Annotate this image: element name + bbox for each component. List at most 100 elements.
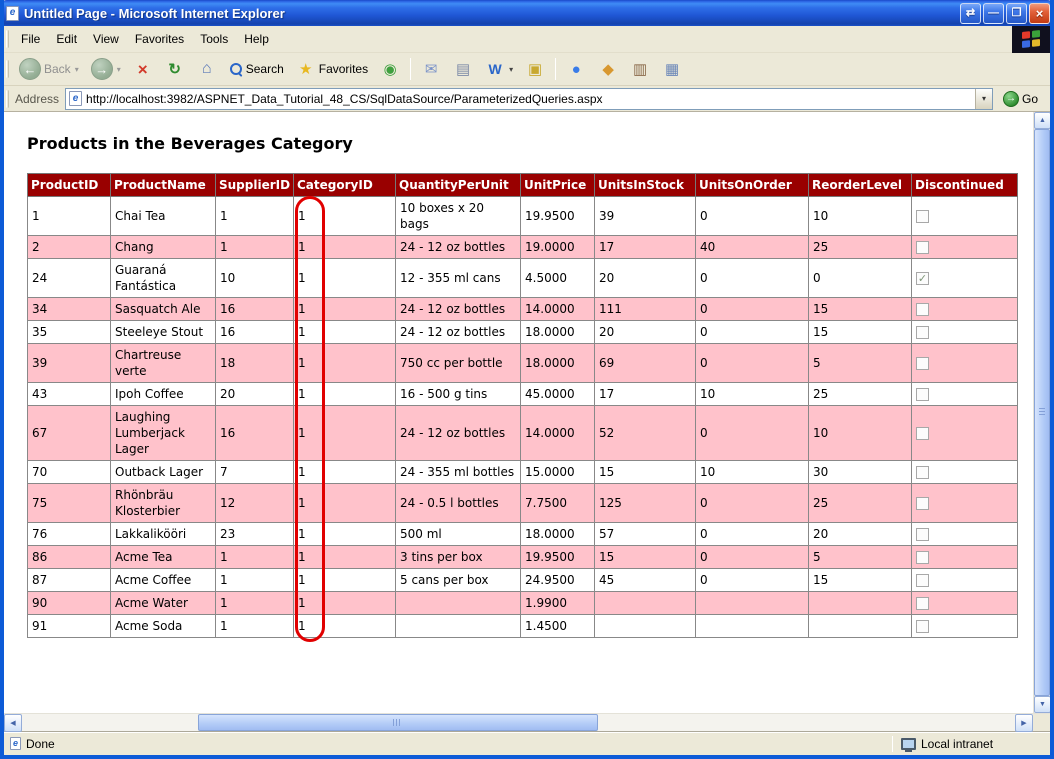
menu-item-view[interactable]: View	[85, 28, 127, 50]
minimize-button[interactable]: —	[983, 3, 1004, 24]
table-cell: 18.0000	[521, 321, 595, 344]
menu-item-tools[interactable]: Tools	[192, 28, 236, 50]
mail-button[interactable]: ✉	[415, 59, 447, 80]
discontinued-checkbox[interactable]	[916, 597, 929, 610]
edit-word-icon: W	[485, 62, 505, 76]
table-header-row: ProductIDProductNameSupplierIDCategoryID…	[28, 174, 1018, 197]
address-dropdown-button[interactable]: ▾	[975, 89, 992, 109]
table-cell: 10	[696, 461, 809, 484]
horizontal-scroll-thumb[interactable]	[198, 714, 598, 731]
scroll-left-button[interactable]: ◀	[4, 714, 22, 732]
discontinued-checkbox[interactable]	[916, 210, 929, 223]
table-cell: 1	[216, 569, 294, 592]
table-cell: 500 ml	[396, 523, 521, 546]
table-row: 35Steeleye Stout16124 - 12 oz bottles18.…	[28, 321, 1018, 344]
table-cell: 20	[595, 321, 696, 344]
back-button[interactable]: ← Back ▾	[13, 55, 85, 83]
resize-button[interactable]: ⇄	[960, 3, 981, 24]
mail-icon: ✉	[421, 62, 441, 77]
discontinued-checkbox[interactable]	[916, 326, 929, 339]
table-cell: 24 - 12 oz bottles	[396, 298, 521, 321]
table-cell	[696, 615, 809, 638]
forward-dropdown-icon[interactable]: ▾	[117, 65, 121, 74]
messenger-button[interactable]: ●	[560, 59, 592, 80]
table-cell	[595, 592, 696, 615]
table-row: 34Sasquatch Ale16124 - 12 oz bottles14.0…	[28, 298, 1018, 321]
discuss-button[interactable]: ▣	[519, 59, 551, 80]
vertical-scrollbar[interactable]: ▲ ▼	[1033, 112, 1050, 713]
title-bar: e Untitled Page - Microsoft Internet Exp…	[0, 0, 1054, 26]
validator-button[interactable]: ▥	[624, 59, 656, 80]
table-cell: 5	[809, 344, 912, 383]
horizontal-scroll-track[interactable]	[22, 714, 1015, 731]
page-content: Products in the Beverages Category Produ…	[4, 112, 1033, 713]
discontinued-checkbox[interactable]	[916, 357, 929, 370]
table-cell	[809, 615, 912, 638]
scroll-right-button[interactable]: ▶	[1015, 714, 1033, 732]
discontinued-checkbox[interactable]	[916, 388, 929, 401]
home-button[interactable]: ⌂	[191, 58, 223, 80]
toolbar-grip-handle[interactable]	[6, 60, 9, 78]
edit-button[interactable]: W ▾	[479, 59, 519, 79]
edit-dropdown-icon[interactable]: ▾	[509, 65, 513, 74]
discontinued-checkbox[interactable]	[916, 574, 929, 587]
scroll-up-button[interactable]: ▲	[1034, 112, 1051, 129]
discontinued-checkbox[interactable]	[916, 427, 929, 440]
table-cell: 24 - 0.5 l bottles	[396, 484, 521, 523]
menu-item-edit[interactable]: Edit	[48, 28, 85, 50]
stop-button[interactable]: ×	[127, 58, 159, 81]
grid-tool-button[interactable]: ▦	[656, 59, 688, 80]
discontinued-checkbox[interactable]	[916, 303, 929, 316]
maximize-button[interactable]: ❐	[1006, 3, 1027, 24]
vertical-scroll-track[interactable]	[1034, 129, 1050, 696]
go-button[interactable]: → Go	[997, 89, 1046, 109]
stop-icon: ×	[133, 61, 153, 78]
research-button[interactable]: ◆	[592, 59, 624, 80]
discontinued-checkbox[interactable]	[916, 551, 929, 564]
browser-window: e Untitled Page - Microsoft Internet Exp…	[0, 0, 1054, 759]
window-title: Untitled Page - Microsoft Internet Explo…	[24, 6, 955, 21]
scroll-down-button[interactable]: ▼	[1034, 696, 1051, 713]
table-body: 1Chai Tea1110 boxes x 20 bags19.95003901…	[28, 197, 1018, 638]
table-cell: 24 - 355 ml bottles	[396, 461, 521, 484]
discontinued-checkbox[interactable]	[916, 497, 929, 510]
horizontal-scrollbar[interactable]: ◀ ▶	[4, 713, 1050, 731]
print-button[interactable]: ▤	[447, 59, 479, 80]
table-cell: 0	[809, 259, 912, 298]
address-input[interactable]: e http://localhost:3982/ASPNET_Data_Tuto…	[65, 88, 993, 110]
vertical-scroll-thumb[interactable]	[1034, 129, 1050, 696]
discontinued-checkbox[interactable]: ✓	[916, 272, 929, 285]
back-dropdown-icon[interactable]: ▾	[75, 65, 79, 74]
table-cell: Laughing Lumberjack Lager	[111, 406, 216, 461]
discontinued-checkbox[interactable]	[916, 241, 929, 254]
menu-item-file[interactable]: File	[13, 28, 48, 50]
favorites-button[interactable]: ★ Favorites	[290, 59, 374, 80]
media-button[interactable]: ◉	[374, 59, 406, 80]
column-header-discontinued: Discontinued	[912, 174, 1018, 197]
address-grip-handle[interactable]	[6, 90, 9, 108]
search-button[interactable]: Search	[223, 59, 290, 79]
table-cell: 15	[809, 298, 912, 321]
table-cell: Steeleye Stout	[111, 321, 216, 344]
refresh-button[interactable]: ↻	[159, 59, 191, 80]
table-cell: 1	[216, 197, 294, 236]
table-cell-discontinued	[912, 298, 1018, 321]
menu-item-favorites[interactable]: Favorites	[127, 28, 192, 50]
discontinued-checkbox[interactable]	[916, 620, 929, 633]
table-cell: 1	[294, 197, 396, 236]
close-button[interactable]: ×	[1029, 3, 1050, 24]
table-cell: 10	[216, 259, 294, 298]
status-bar: e Done Local intranet	[4, 731, 1050, 755]
table-cell: 24.9500	[521, 569, 595, 592]
table-cell: 20	[595, 259, 696, 298]
table-cell: 111	[595, 298, 696, 321]
address-label: Address	[15, 92, 59, 106]
menu-grip-handle[interactable]	[6, 30, 9, 48]
discontinued-checkbox[interactable]	[916, 466, 929, 479]
column-header-unitsinstock: UnitsInStock	[595, 174, 696, 197]
menu-item-help[interactable]: Help	[236, 28, 277, 50]
page-icon: e	[69, 91, 82, 106]
table-cell: Lakkalikööri	[111, 523, 216, 546]
discontinued-checkbox[interactable]	[916, 528, 929, 541]
forward-button[interactable]: → ▾	[85, 55, 127, 83]
